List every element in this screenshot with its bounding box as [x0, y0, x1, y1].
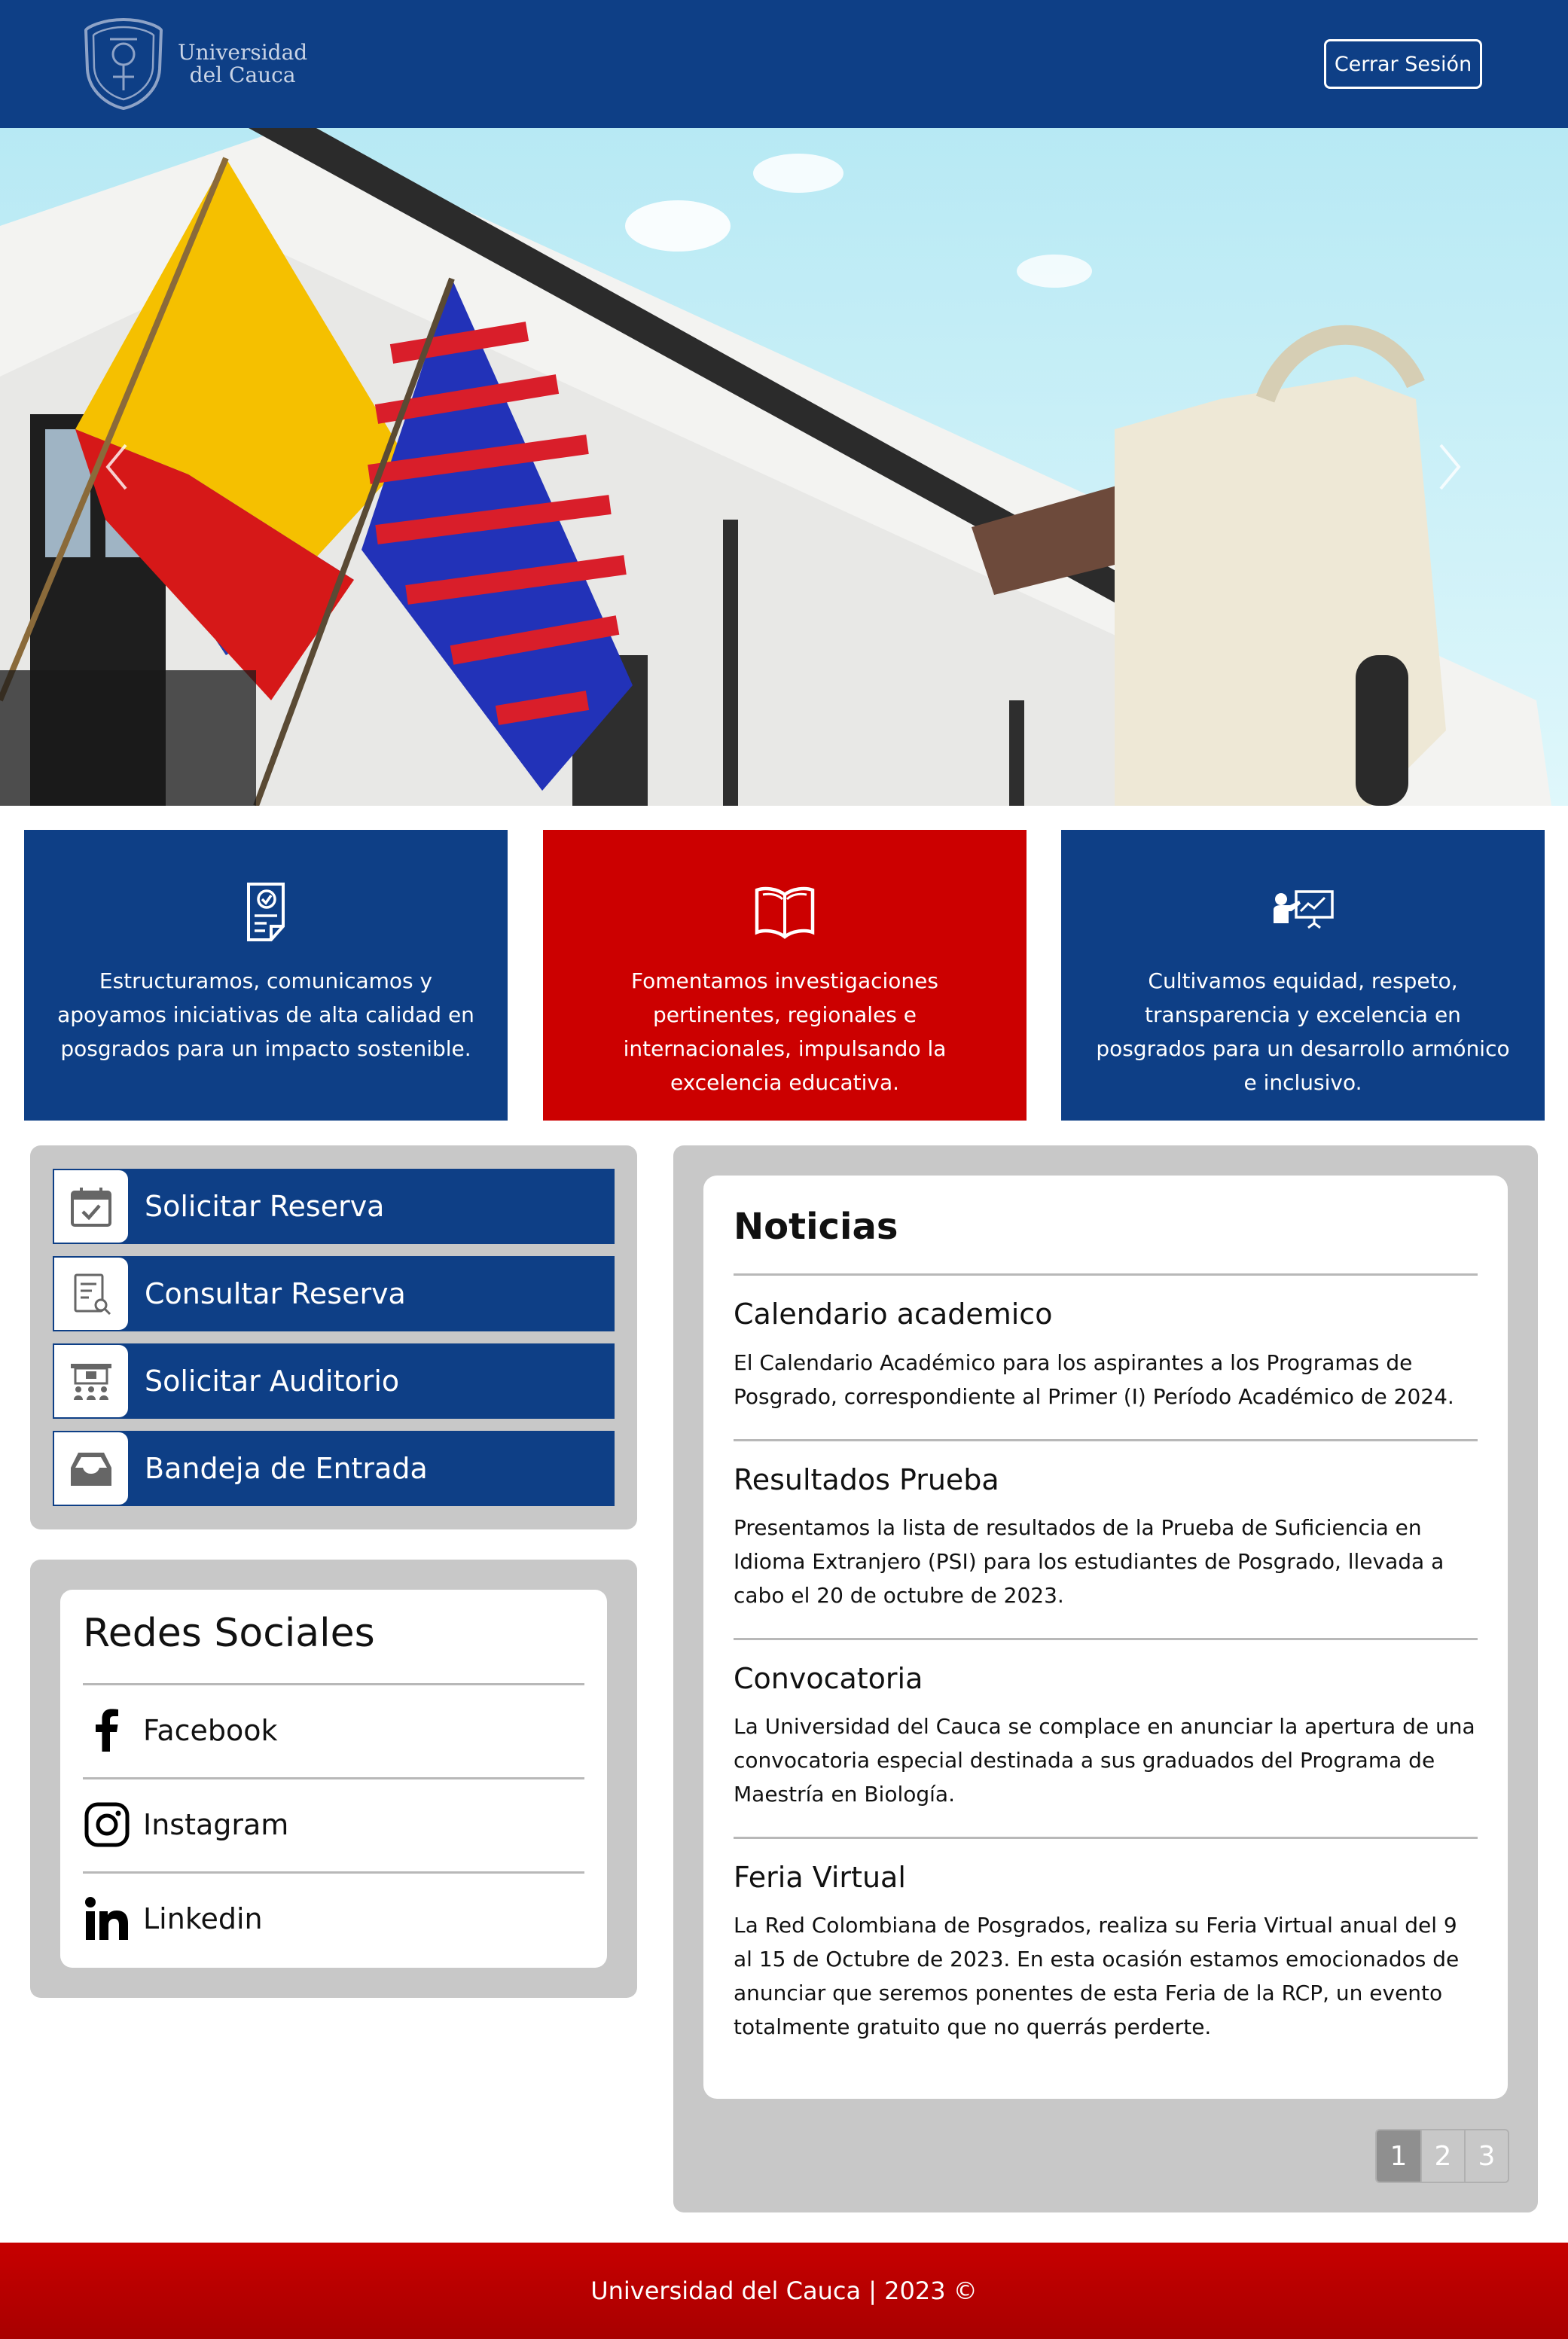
menu-label: Consultar Reserva [145, 1277, 406, 1310]
news-item-body: Presentamos la lista de resultados de la… [734, 1515, 1444, 1608]
news-item-title[interactable]: Calendario academico [734, 1298, 1052, 1331]
social-label: Instagram [143, 1808, 289, 1841]
divider [734, 1837, 1478, 1839]
feature-text: Cultivamos equidad, respeto, transparenc… [1096, 968, 1510, 1095]
footer-text: Universidad del Cauca | 2023 © [590, 2276, 978, 2305]
news-item-title[interactable]: Resultados Prueba [734, 1463, 999, 1496]
social-link-instagram[interactable]: Instagram [83, 1791, 584, 1859]
social-link-facebook[interactable]: Facebook [83, 1697, 584, 1764]
social-title: Redes Sociales [83, 1611, 375, 1656]
logout-button[interactable]: Cerrar Sesión [1324, 39, 1482, 89]
divider [83, 1683, 584, 1685]
document-check-icon [247, 883, 285, 941]
social-label: Linkedin [143, 1902, 263, 1935]
news-pagination: 1 2 3 [1375, 2129, 1509, 2183]
news-item-title[interactable]: Convocatoria [734, 1662, 923, 1695]
linkedin-icon [85, 1897, 128, 1940]
page-button-1[interactable]: 1 [1377, 2130, 1420, 2182]
page-footer: Universidad del Cauca | 2023 © [0, 2243, 1568, 2339]
teacher-presentation-icon [1274, 890, 1334, 929]
calendar-check-icon [71, 1188, 111, 1227]
social-panel: Redes Sociales Facebook Instagram Linked… [30, 1560, 637, 1998]
logo-line-1: Universidad [178, 40, 308, 65]
university-seal-icon [84, 17, 163, 111]
inbox-tray-icon [71, 1453, 111, 1486]
chevron-right-icon [1439, 444, 1461, 490]
carousel-next-button[interactable] [1427, 429, 1472, 505]
social-card: Redes Sociales Facebook Instagram Linked… [60, 1590, 607, 1968]
page-button-3[interactable]: 3 [1464, 2130, 1508, 2182]
feature-card-quality: Estructuramos, comunicamos y apoyamos in… [24, 830, 508, 1121]
feature-text: Fomentamos investigaciones pertinentes, … [623, 968, 947, 1095]
news-panel: Noticias Calendario academico El Calenda… [673, 1145, 1538, 2212]
check-reservation-button[interactable]: Consultar Reserva [53, 1256, 615, 1331]
social-label: Facebook [143, 1714, 278, 1747]
divider [734, 1273, 1478, 1276]
feature-text: Estructuramos, comunicamos y apoyamos in… [57, 968, 474, 1061]
request-reservation-button[interactable]: Solicitar Reserva [53, 1169, 615, 1244]
feature-card-research: Fomentamos investigaciones pertinentes, … [543, 830, 1027, 1121]
hero-carousel [0, 128, 1568, 806]
request-auditorium-button[interactable]: Solicitar Auditorio [53, 1343, 615, 1419]
divider [83, 1777, 584, 1779]
news-item-title[interactable]: Feria Virtual [734, 1861, 906, 1894]
hero-image [0, 128, 1568, 806]
divider [83, 1871, 584, 1874]
top-header: Universidad del Cauca Cerrar Sesión [0, 0, 1568, 128]
news-heading: Noticias [734, 1206, 898, 1248]
news-item-body: La Universidad del Cauca se complace en … [734, 1714, 1475, 1807]
chevron-left-icon [105, 444, 127, 490]
news-item-body: El Calendario Académico para los aspiran… [734, 1350, 1454, 1409]
news-card: Noticias Calendario academico El Calenda… [703, 1176, 1508, 2099]
menu-label: Solicitar Auditorio [145, 1365, 400, 1398]
carousel-prev-button[interactable] [94, 429, 139, 505]
menu-label: Solicitar Reserva [145, 1190, 385, 1223]
logo-line-2: del Cauca [189, 63, 296, 87]
document-search-icon [74, 1273, 111, 1316]
news-item-body: La Red Colombiana de Posgrados, realiza … [734, 1913, 1460, 2039]
social-link-linkedin[interactable]: Linkedin [83, 1885, 584, 1953]
instagram-icon [84, 1802, 130, 1847]
page-button-2[interactable]: 2 [1420, 2130, 1464, 2182]
university-logo[interactable]: Universidad del Cauca [80, 17, 307, 111]
feature-card-values: Cultivamos equidad, respeto, transparenc… [1061, 830, 1545, 1121]
auditorium-icon [71, 1364, 111, 1400]
menu-label: Bandeja de Entrada [145, 1452, 428, 1485]
divider [734, 1439, 1478, 1441]
facebook-icon [96, 1709, 118, 1752]
open-book-icon [755, 886, 815, 939]
inbox-button[interactable]: Bandeja de Entrada [53, 1431, 615, 1506]
divider [734, 1638, 1478, 1640]
quick-actions-panel: Solicitar Reserva Consultar Reserva Soli… [30, 1145, 637, 1529]
